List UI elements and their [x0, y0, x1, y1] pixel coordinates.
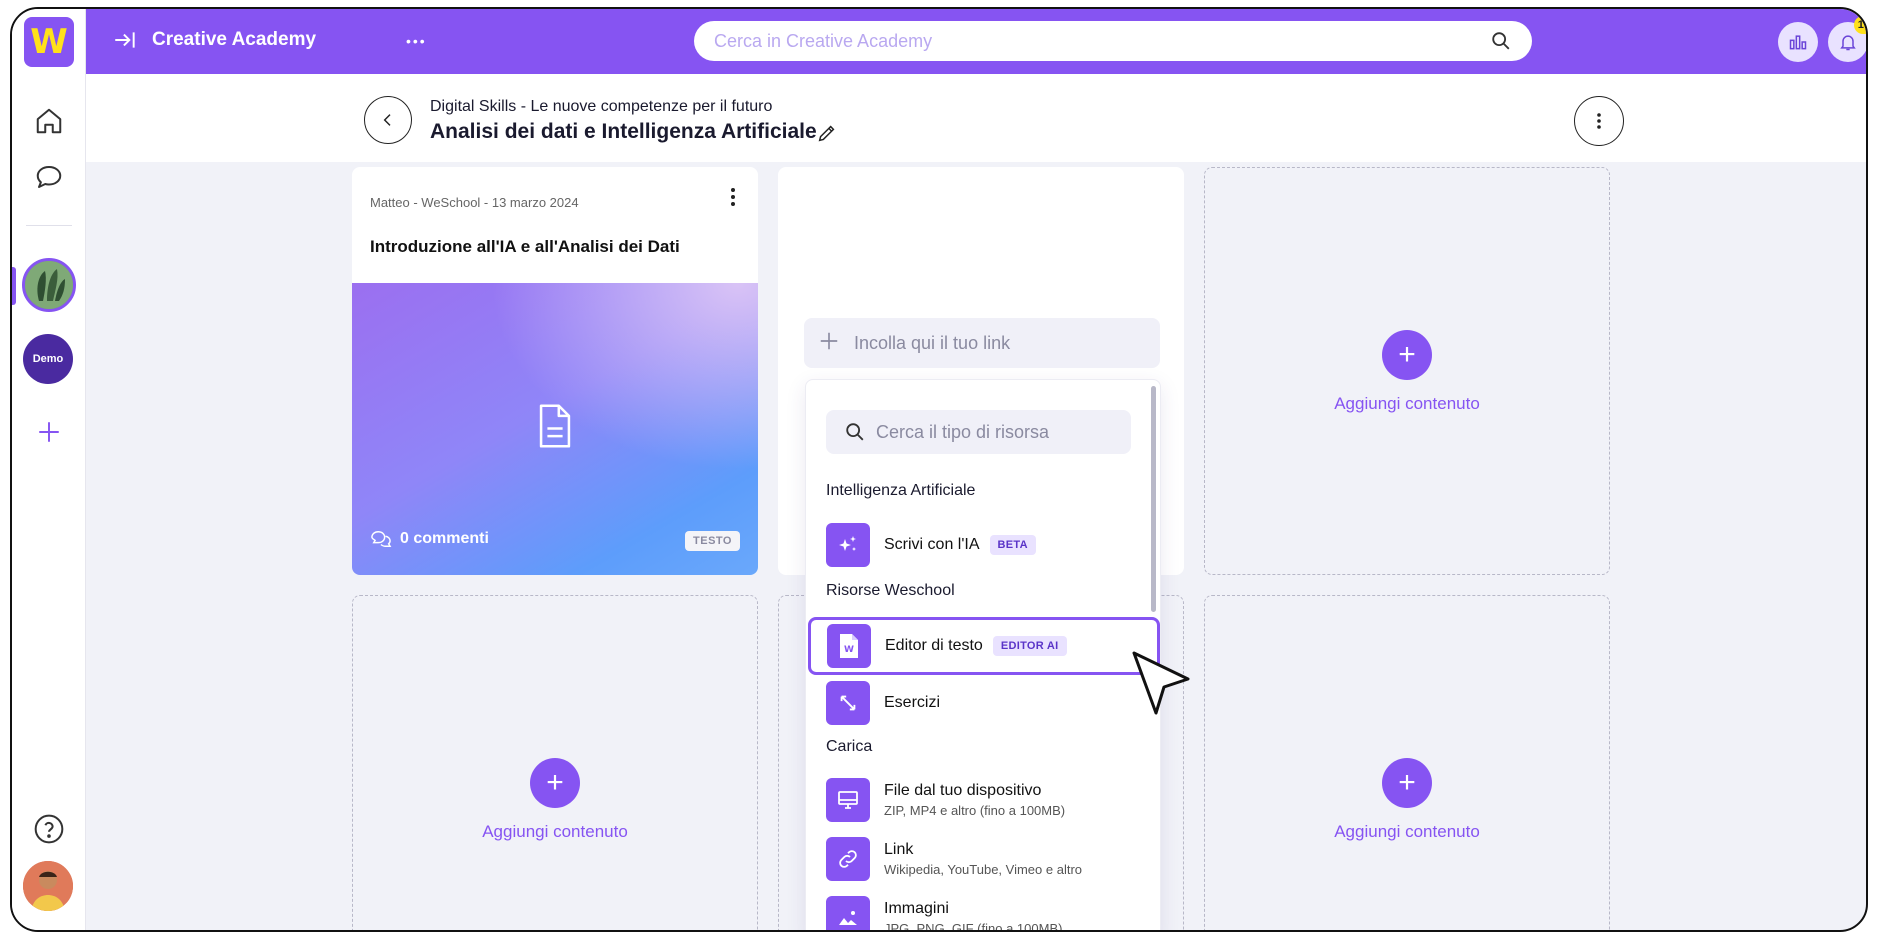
- resource-label: File dal tuo dispositivo: [884, 782, 1042, 799]
- back-button[interactable]: [364, 96, 412, 144]
- add-content-plus-button[interactable]: +: [530, 758, 580, 808]
- resource-search-input[interactable]: [876, 421, 1116, 443]
- search-input[interactable]: [714, 21, 1474, 61]
- comments-count: 0 commenti: [400, 530, 489, 547]
- sparkles-icon: [826, 523, 870, 567]
- search-icon[interactable]: [1490, 30, 1512, 52]
- space-avatar[interactable]: [22, 258, 76, 312]
- left-rail: W Demo: [12, 9, 86, 930]
- app-window: W Demo Creative Academy ••• Cerca in Cre…: [10, 7, 1868, 932]
- section-upload: Carica: [826, 738, 873, 755]
- resource-label: Esercizi: [884, 694, 941, 711]
- resource-exercises[interactable]: Esercizi: [826, 678, 1142, 728]
- comments-link[interactable]: 0 commenti: [370, 529, 489, 549]
- svg-text:W: W: [844, 645, 854, 655]
- link-input-box: [804, 318, 1160, 368]
- resource-images[interactable]: Immagini JPG, PNG, GIF (fino a 100MB): [826, 893, 1142, 932]
- edit-pencil-icon[interactable]: [816, 122, 838, 144]
- more-menu-button[interactable]: •••: [406, 33, 427, 49]
- chevron-left-icon: [383, 114, 391, 126]
- section-weschool: Risorse Weschool: [826, 582, 955, 599]
- resource-search-box: [826, 410, 1131, 454]
- resource-sublabel: Wikipedia, YouTube, Vimeo e altro: [884, 862, 1083, 877]
- resource-label: Editor di testo: [885, 637, 983, 654]
- post-preview[interactable]: 0 commenti TESTO: [352, 283, 758, 575]
- notification-badge: 10: [1853, 16, 1866, 34]
- image-icon: [826, 896, 870, 930]
- resource-label: Immagini: [884, 900, 949, 917]
- resource-sublabel: JPG, PNG, GIF (fino a 100MB): [884, 921, 1063, 932]
- demo-label: Demo: [32, 353, 64, 365]
- help-icon[interactable]: [29, 809, 69, 849]
- document-icon: [539, 404, 571, 448]
- bell-icon: [1840, 35, 1856, 51]
- add-content-slot[interactable]: + Aggiungi contenuto: [1204, 167, 1610, 575]
- resource-type-dropdown: Intelligenza Artificiale Scrivi con l'IA…: [805, 379, 1161, 932]
- add-content-label[interactable]: Aggiungi contenuto: [482, 822, 628, 842]
- post-type-tag: TESTO: [685, 531, 740, 551]
- monitor-icon: [826, 778, 870, 822]
- add-space-icon[interactable]: [29, 412, 69, 452]
- resource-label: Scrivi con l'IA: [884, 536, 980, 553]
- dropdown-scrollbar[interactable]: [1151, 386, 1156, 612]
- breadcrumb[interactable]: Digital Skills - Le nuove competenze per…: [430, 98, 772, 116]
- add-content-plus-button[interactable]: +: [1382, 758, 1432, 808]
- kebab-icon: [731, 188, 735, 206]
- link-icon: [826, 837, 870, 881]
- app-title[interactable]: Creative Academy: [152, 29, 316, 51]
- logo-letter: W: [30, 22, 68, 62]
- text-document-icon: W: [827, 624, 871, 668]
- board-options-button[interactable]: [1574, 96, 1624, 146]
- app-logo[interactable]: W: [24, 17, 74, 67]
- resource-link[interactable]: Link Wikipedia, YouTube, Vimeo e altro: [826, 834, 1142, 884]
- beta-badge: BETA: [989, 535, 1036, 555]
- board-header: Digital Skills - Le nuove competenze per…: [86, 74, 1866, 162]
- add-content-plus-button[interactable]: +: [1382, 330, 1432, 380]
- add-content-label[interactable]: Aggiungi contenuto: [1334, 822, 1480, 842]
- active-space-indicator: [12, 267, 16, 305]
- demo-space-avatar[interactable]: Demo: [23, 334, 73, 384]
- resource-label: Link: [884, 841, 914, 858]
- notifications-button[interactable]: 10: [1828, 16, 1866, 62]
- comment-icon: [371, 530, 392, 547]
- resource-sublabel: ZIP, MP4 e altro (fino a 100MB): [884, 803, 1066, 818]
- post-options-button[interactable]: [730, 187, 736, 213]
- link-input[interactable]: [854, 332, 1144, 354]
- post-meta: Matteo - WeSchool - 13 marzo 2024: [370, 195, 579, 210]
- search-icon: [846, 423, 864, 441]
- chat-icon[interactable]: [29, 157, 69, 197]
- top-bar: Creative Academy ••• 10: [86, 9, 1866, 74]
- mouse-cursor-icon: [1132, 651, 1190, 715]
- collapse-sidebar-icon[interactable]: [112, 27, 140, 55]
- plus-icon: [818, 329, 840, 357]
- user-avatar[interactable]: [23, 861, 73, 911]
- exercises-icon: [826, 681, 870, 725]
- add-content-slot[interactable]: + Aggiungi contenuto: [1204, 595, 1610, 930]
- rail-divider: [26, 225, 72, 226]
- resource-text-editor[interactable]: W Editor di testo EDITOR AI: [808, 617, 1160, 675]
- bar-chart-icon: [1789, 35, 1807, 50]
- page-title: Analisi dei dati e Intelligenza Artifici…: [430, 120, 817, 143]
- post-title: Introduzione all'IA e all'Analisi dei Da…: [370, 237, 680, 256]
- add-content-label[interactable]: Aggiungi contenuto: [1334, 394, 1480, 414]
- section-ai: Intelligenza Artificiale: [826, 482, 976, 499]
- home-icon[interactable]: [29, 101, 69, 141]
- post-card[interactable]: Matteo - WeSchool - 13 marzo 2024 Introd…: [352, 167, 758, 575]
- editor-ai-badge: EDITOR AI: [992, 636, 1067, 656]
- kebab-icon: [1597, 113, 1601, 129]
- stats-button[interactable]: [1778, 22, 1818, 62]
- resource-ai-write[interactable]: Scrivi con l'IA BETA: [826, 520, 1142, 570]
- add-content-slot[interactable]: + Aggiungi contenuto: [352, 595, 758, 930]
- global-search: [694, 21, 1532, 61]
- resource-file-upload[interactable]: File dal tuo dispositivo ZIP, MP4 e altro…: [826, 775, 1142, 825]
